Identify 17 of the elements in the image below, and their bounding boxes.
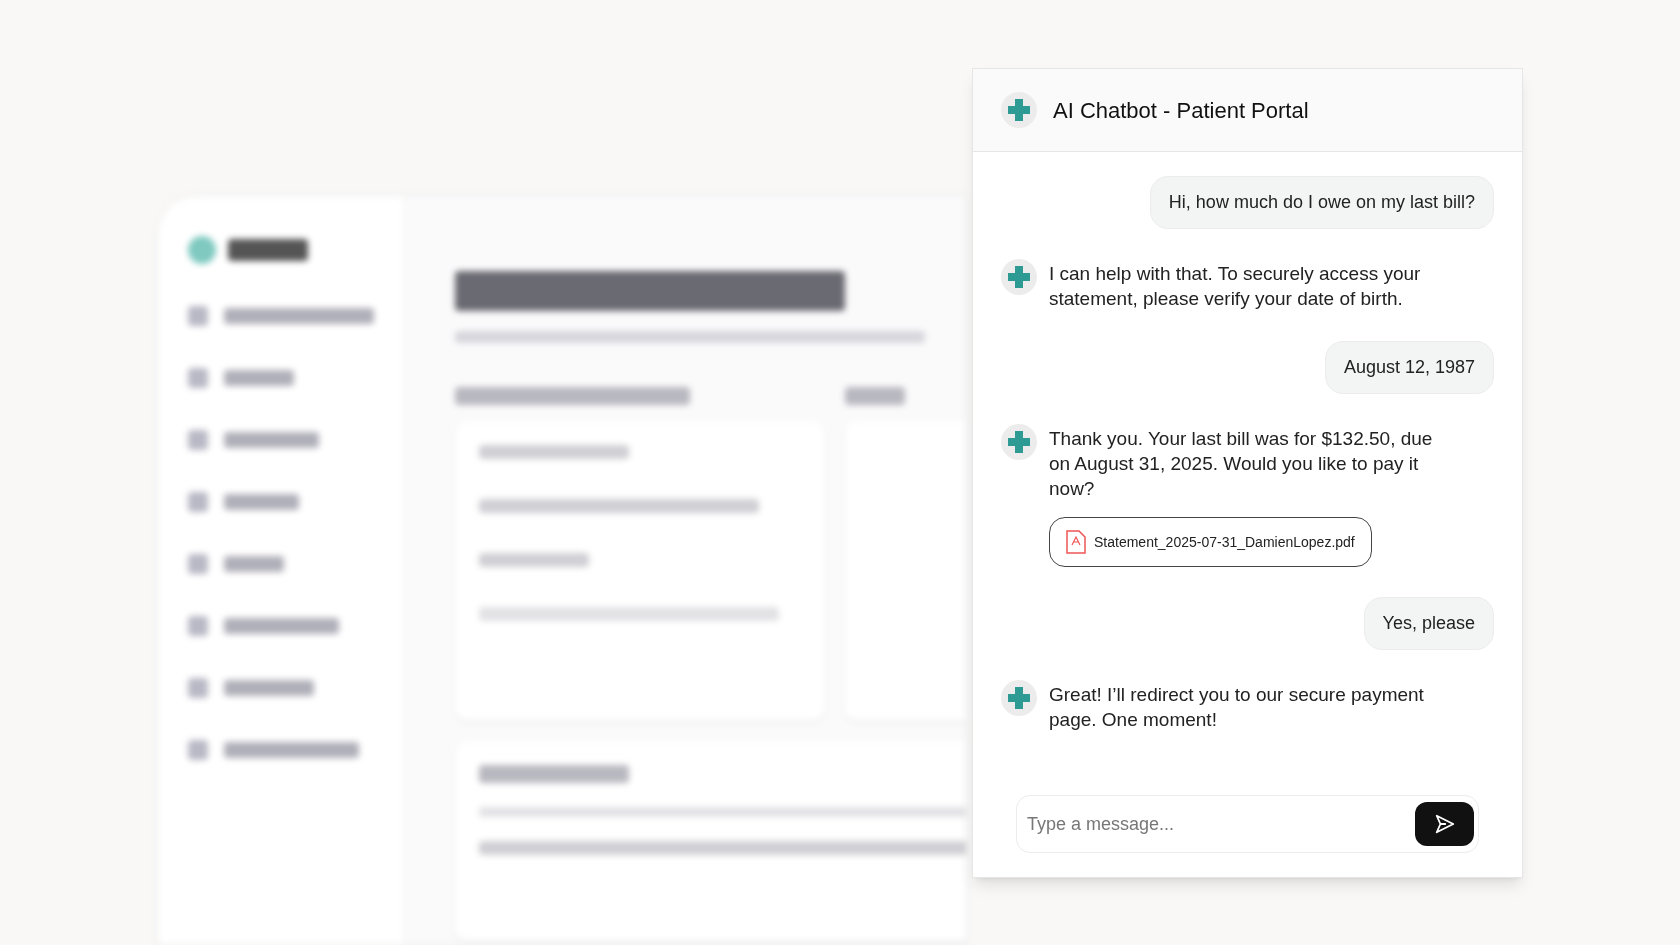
pdf-file-icon: [1066, 530, 1086, 554]
cross-logo-icon: [1001, 92, 1037, 128]
message-field[interactable]: Type a message...: [1016, 795, 1479, 853]
bot-message: I can help with that. To securely access your statement, please verify your date of birth.: [1049, 262, 1422, 311]
cross-avatar-icon: [1001, 424, 1037, 460]
send-button[interactable]: [1415, 802, 1474, 846]
message-input[interactable]: Type a message...: [1027, 810, 1415, 838]
user-message-bubble: August 12, 1987: [1324, 341, 1494, 394]
user-message-bubble: Hi, how much do I owe on my last bill?: [1149, 176, 1494, 229]
chat-title: AI Chatbot - Patient Portal: [1053, 96, 1309, 125]
pdf-attachment[interactable]: Statement_2025-07-31_DamienLopez.pdf: [1049, 517, 1372, 567]
cross-avatar-icon: [1001, 259, 1037, 295]
user-message-bubble: Yes, please: [1363, 597, 1494, 650]
send-icon: [1433, 813, 1456, 835]
bot-message: Great! I’ll redirect you to our secure payment page. One moment!: [1049, 683, 1425, 732]
bot-message: Thank you. Your last bill was for $132.50, due on August 31, 2025. Would you like to pay it now?: [1049, 427, 1434, 501]
cross-avatar-icon: [1001, 680, 1037, 716]
